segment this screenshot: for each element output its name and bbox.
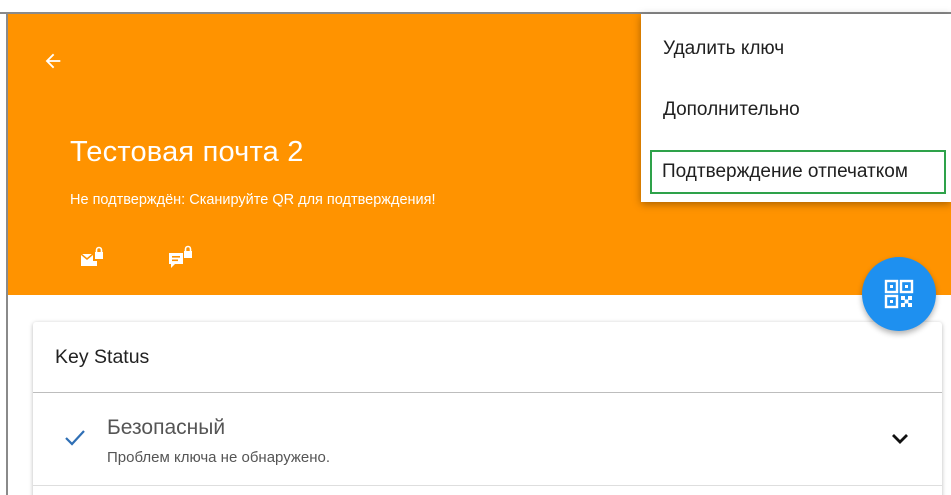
frame-border-left	[6, 12, 8, 495]
chevron-down-icon[interactable]	[890, 431, 910, 447]
page-title: Тестовая почта 2	[70, 136, 304, 168]
verification-status-text: Не подтверждён: Сканируйте QR для подтве…	[70, 192, 436, 208]
lock-mail-icon	[78, 244, 108, 272]
arrow-left-icon	[45, 53, 61, 69]
menu-item-advanced[interactable]: Дополнительно	[641, 88, 951, 132]
status-label: Безопасный	[107, 416, 226, 439]
scan-qr-button[interactable]	[862, 257, 936, 331]
overflow-menu: Удалить ключ Дополнительно Подтверждение…	[641, 14, 951, 202]
key-details-screen: Тестовая почта 2 Не подтверждён: Сканиру…	[0, 0, 951, 495]
qr-code-icon	[884, 279, 914, 309]
divider	[33, 485, 942, 486]
key-status-card: Key Status Безопасный Проблем ключа не о…	[33, 322, 942, 495]
menu-item-confirm-fingerprint[interactable]: Подтверждение отпечатком	[650, 150, 946, 194]
check-icon	[65, 430, 85, 446]
lock-message-icon	[166, 244, 196, 272]
card-title: Key Status	[55, 346, 150, 368]
menu-item-delete-key[interactable]: Удалить ключ	[641, 27, 951, 71]
key-status-row[interactable]: Безопасный Проблем ключа не обнаружено.	[33, 393, 942, 485]
status-description: Проблем ключа не обнаружено.	[107, 449, 331, 466]
back-button[interactable]	[38, 46, 68, 76]
